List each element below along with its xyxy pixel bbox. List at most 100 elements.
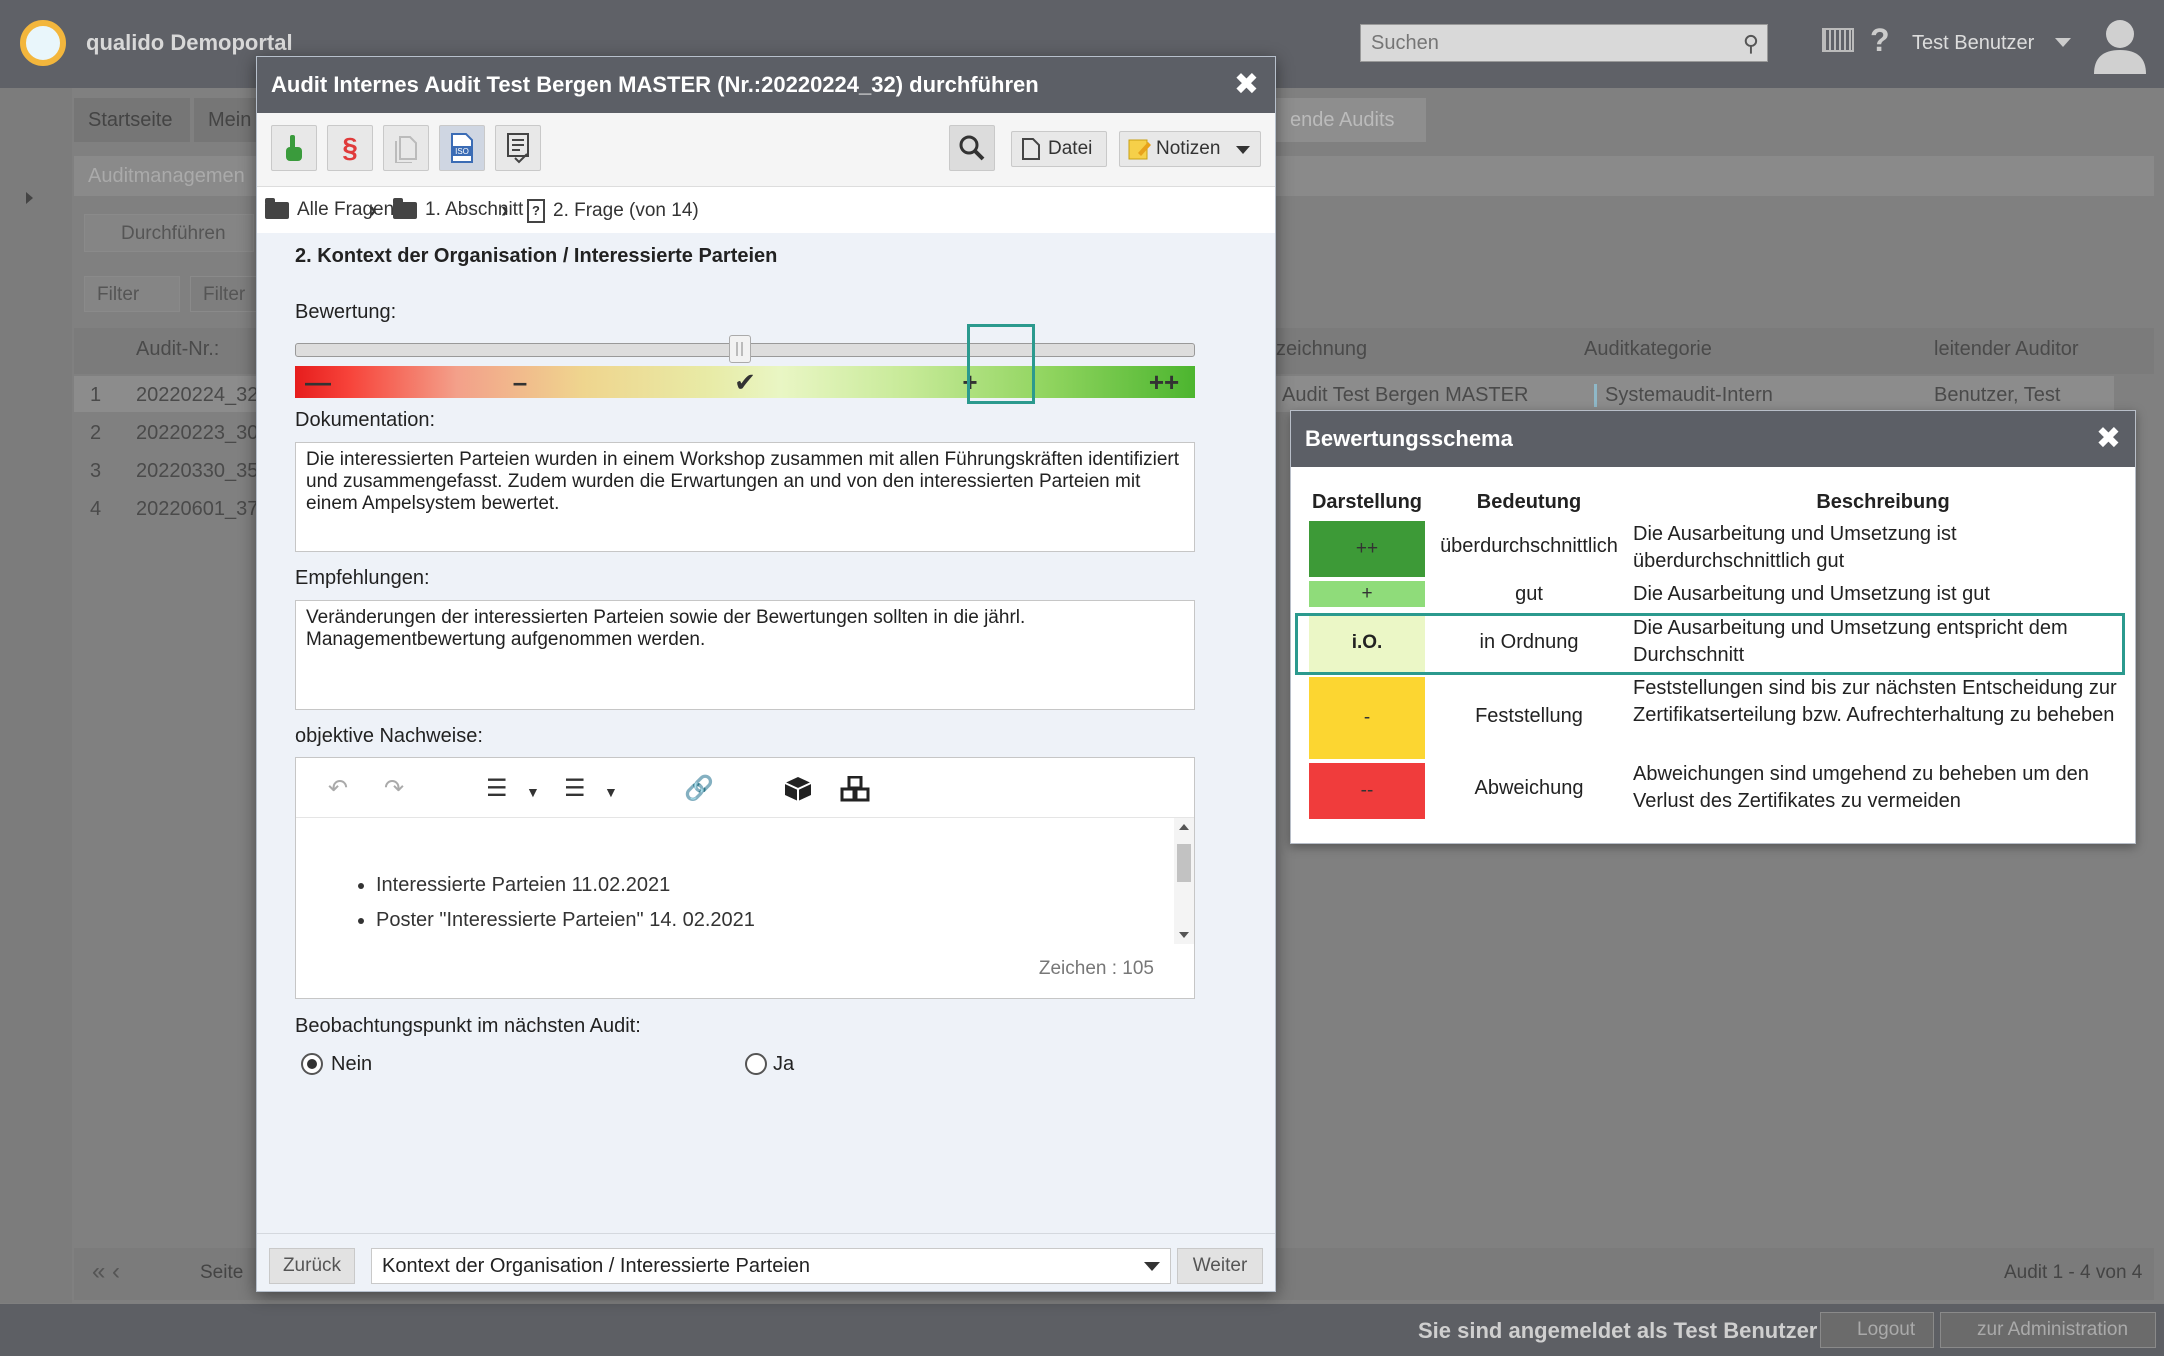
column-audit-nr[interactable]: Audit-Nr.: [136, 338, 219, 361]
paragraph-button[interactable]: § [327, 125, 373, 171]
evidence-item: Interessierte Parteien 11.02.2021 [376, 874, 755, 897]
row-number: 2 [90, 422, 102, 444]
breadcrumb-question[interactable]: ? 2. Frage (von 14) [527, 199, 699, 223]
pagination-count: Audit 1 - 4 von 4 [2004, 1262, 2143, 1283]
back-button[interactable]: Zurück [269, 1248, 355, 1284]
row-number: 4 [90, 498, 102, 520]
file-icon [1022, 138, 1040, 160]
documentation-label: Dokumentation: [295, 409, 436, 431]
undo-icon[interactable]: ↶ [328, 774, 348, 803]
rating-slider-handle[interactable] [729, 335, 751, 363]
next-button[interactable]: Weiter [1177, 1248, 1263, 1284]
breadcrumb-section-label: 1. Abschnitt [425, 199, 524, 220]
scheme-header-description: Beschreibung [1816, 491, 1950, 513]
scroll-down-icon[interactable] [1179, 932, 1189, 938]
help-icon[interactable]: ? [1870, 22, 1890, 59]
checklist-icon [507, 133, 529, 164]
breadcrumb-question-label: 2. Frage (von 14) [553, 200, 699, 221]
pagination-page-label: Seite [200, 1262, 244, 1283]
scale-mark-minus: – [512, 367, 528, 397]
documentation-textarea[interactable]: Die interessierten Parteien wurden in ei… [295, 442, 1195, 552]
question-document-icon: ? [527, 199, 545, 223]
search-icon[interactable]: ⚲ [1743, 31, 1759, 57]
search-input[interactable] [1361, 25, 1721, 61]
chevron-down-icon [1236, 146, 1250, 154]
character-count: Zeichen : 105 [1038, 958, 1154, 979]
recommendations-textarea[interactable]: Veränderungen der interessierten Parteie… [295, 600, 1195, 710]
question-select-value: Kontext der Organisation / Interessierte… [382, 1255, 811, 1277]
search-icon [959, 135, 985, 161]
row-auditor: Benutzer, Test [1934, 384, 2061, 406]
search-button[interactable] [949, 125, 995, 171]
row-number: 1 [90, 384, 102, 406]
pagination-first-prev-icon[interactable]: « ‹ [92, 1258, 120, 1286]
rating-scale[interactable]: — – ✔ + ++ [295, 366, 1195, 398]
sidebar-collapsed [0, 88, 72, 1303]
notes-button[interactable]: Notizen [1119, 131, 1261, 167]
file-button[interactable]: Datei [1011, 131, 1107, 167]
scale-mark-check: ✔ [734, 367, 756, 397]
global-search[interactable]: ⚲ [1360, 24, 1768, 62]
filter-dropdown[interactable]: Filter [84, 276, 180, 312]
app-logo[interactable] [20, 20, 66, 66]
row-category: Systemaudit-Intern [1594, 384, 1773, 407]
scheme-swatch: - [1309, 677, 1425, 759]
scheme-row-highlight [1295, 613, 2125, 675]
administration-button[interactable]: zur Administration [1940, 1312, 2156, 1348]
cube-icon[interactable] [784, 776, 812, 802]
evidence-rich-text-editor[interactable]: ↶ ↷ ☰ ▼ ☰ ▼ 🔗 Interessierte Parteien 11.… [295, 757, 1195, 999]
link-icon[interactable]: 🔗 [684, 774, 714, 803]
notes-button-label: Notizen [1156, 138, 1221, 159]
svg-text:ISO: ISO [455, 147, 469, 156]
notes-icon [1128, 139, 1151, 160]
chevron-down-icon [1144, 1262, 1160, 1271]
question-select[interactable]: Kontext der Organisation / Interessierte… [371, 1248, 1171, 1284]
user-menu-name[interactable]: Test Benutzer [1912, 32, 2034, 55]
logout-button[interactable]: Logout [1820, 1312, 1934, 1348]
dialog-title: Audit Internes Audit Test Bergen MASTER … [257, 57, 1275, 113]
chevron-down-icon[interactable]: ▼ [604, 784, 618, 800]
iso-document-icon: ISO [451, 133, 473, 163]
observation-yes-radio[interactable] [745, 1053, 767, 1075]
column-leitender-auditor[interactable]: leitender Auditor [1934, 338, 2079, 361]
column-auditkategorie[interactable]: Auditkategorie [1584, 338, 1712, 361]
scheme-header-meaning: Bedeutung [1476, 491, 1582, 513]
copy-document-button[interactable] [383, 125, 429, 171]
column-bezeichnung[interactable]: zeichnung [1276, 338, 1367, 361]
chevron-down-icon[interactable] [2055, 38, 2071, 47]
scheme-swatch: -- [1309, 763, 1425, 819]
tab-laufende-audits[interactable]: ende Audits [1276, 98, 1426, 142]
chevron-down-icon[interactable]: ▼ [526, 784, 540, 800]
tab-mein[interactable]: Mein [194, 98, 256, 142]
observation-no-label[interactable]: Nein [331, 1053, 372, 1076]
scheme-swatch: + [1309, 581, 1425, 607]
editor-content[interactable]: Interessierte Parteien 11.02.2021 Poster… [306, 824, 1166, 942]
chevron-right-icon: › [369, 197, 377, 222]
close-icon[interactable]: ✖ [1234, 67, 1259, 102]
tab-startseite[interactable]: Startseite [74, 98, 190, 142]
iso-norm-button[interactable]: ISO [439, 125, 485, 171]
ordered-list-icon[interactable]: ☰ [486, 774, 508, 803]
expand-sidebar-icon[interactable] [26, 192, 33, 204]
avatar[interactable] [2090, 16, 2150, 74]
scroll-up-icon[interactable] [1179, 824, 1189, 830]
folder-icon [393, 197, 417, 219]
checklist-button[interactable] [495, 125, 541, 171]
cubes-icon[interactable] [840, 776, 870, 802]
evidence-item: Poster "Interessierte Parteien" 14. 02.2… [376, 909, 755, 932]
redo-icon[interactable]: ↷ [384, 774, 404, 803]
breadcrumb: Alle Fragen › 1. Abschnitt › ? 2. Frage … [257, 187, 1275, 233]
barcode-icon[interactable] [1822, 28, 1854, 52]
editor-scrollbar-thumb[interactable] [1177, 844, 1191, 882]
bullet-list-icon[interactable]: ☰ [564, 774, 586, 803]
close-icon[interactable]: ✖ [2096, 421, 2121, 456]
scheme-symbol: ++ [1355, 538, 1379, 559]
audit-dialog: Audit Internes Audit Test Bergen MASTER … [256, 56, 1276, 1292]
hand-pointer-button[interactable] [271, 125, 317, 171]
observation-yes-label[interactable]: Ja [773, 1053, 794, 1076]
dialog-footer: Zurück Kontext der Organisation / Intere… [257, 1233, 1275, 1291]
evidence-list: Interessierte Parteien 11.02.2021 Poster… [376, 874, 755, 944]
run-button[interactable]: Durchführen [84, 214, 254, 252]
login-status: Sie sind angemeldet als Test Benutzer [1418, 1318, 1818, 1343]
observation-no-radio[interactable] [301, 1053, 323, 1075]
